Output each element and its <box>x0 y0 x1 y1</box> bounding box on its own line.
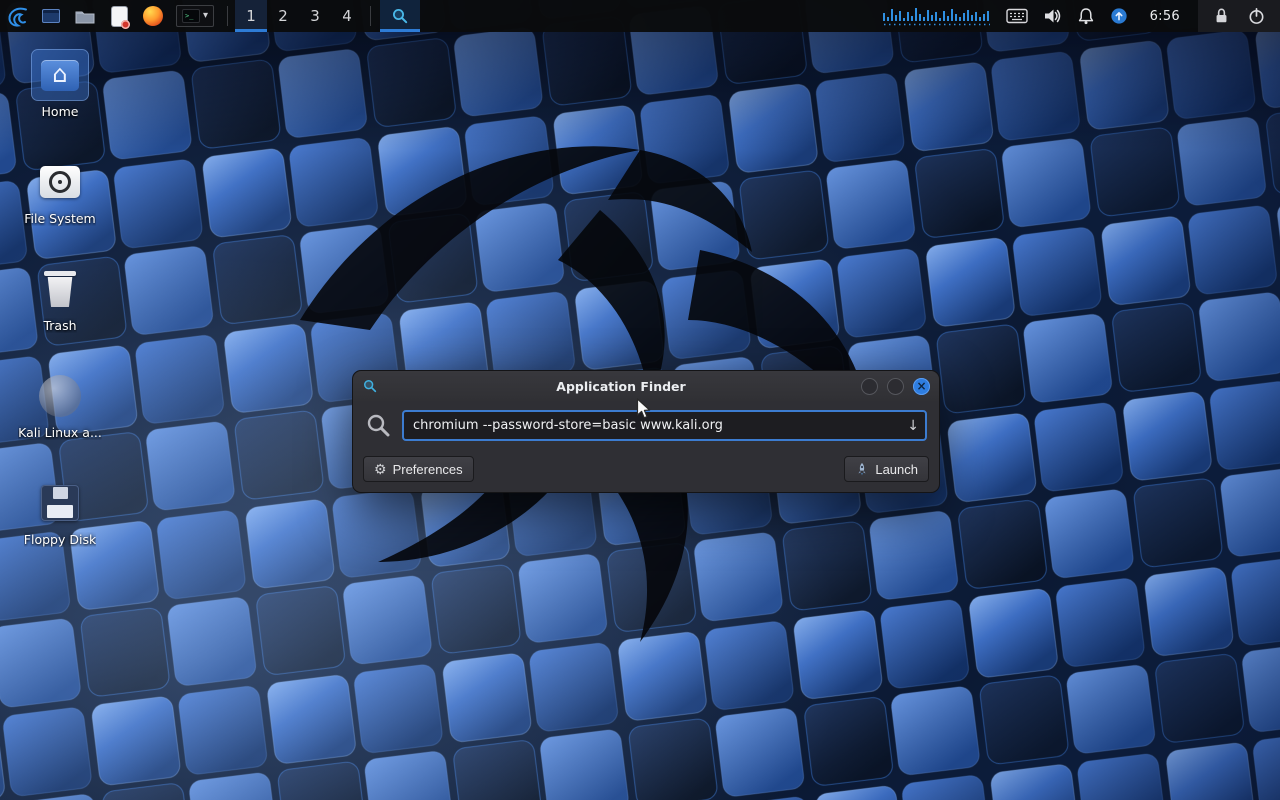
audio-spectrum-indicator[interactable] <box>882 5 992 27</box>
app-finder-icon <box>362 378 378 394</box>
command-input-wrap: ↓ <box>402 410 927 441</box>
window-icon <box>42 9 60 23</box>
close-button[interactable]: × <box>913 378 930 395</box>
file-manager-launcher[interactable] <box>68 0 102 32</box>
minimize-button[interactable] <box>861 378 878 395</box>
command-input[interactable] <box>402 410 927 441</box>
firefox-icon <box>143 6 163 26</box>
disk-ring <box>49 171 71 193</box>
status-update-icon[interactable] <box>1110 7 1128 25</box>
floppy-label-area <box>47 505 73 518</box>
floppy-shutter <box>53 487 68 499</box>
floppy-icon <box>32 478 88 528</box>
window-title: Application Finder <box>393 379 849 394</box>
kali-drive-icon <box>32 371 88 421</box>
session-tray <box>1198 0 1280 32</box>
panel-right-group: 6:56 <box>872 0 1280 32</box>
disk-icon <box>40 166 80 198</box>
application-finder-window: Application Finder × ↓ ⚙ Preferences <box>352 370 940 493</box>
desktop-icon-floppy[interactable]: Floppy Disk <box>14 478 106 566</box>
drive-circle <box>39 375 81 417</box>
desktop-icon-label: Floppy Disk <box>24 532 96 547</box>
volume-icon[interactable] <box>1042 6 1062 26</box>
indicator-tray: 6:56 <box>872 0 1198 32</box>
button-row: ⚙ Preferences Launch <box>353 444 939 492</box>
workspace-button-2[interactable]: 2 <box>267 0 299 32</box>
preferences-button[interactable]: ⚙ Preferences <box>363 456 474 482</box>
workspace-button-1[interactable]: 1 <box>235 0 267 32</box>
launch-label: Launch <box>875 462 918 477</box>
firefox-launcher[interactable] <box>136 0 170 32</box>
history-dropdown-icon[interactable]: ↓ <box>907 419 919 433</box>
notifications-bell-icon[interactable] <box>1076 6 1096 26</box>
desktop-icon-filesystem[interactable]: File System <box>14 157 106 245</box>
desktop-icon-label: Trash <box>43 318 76 333</box>
window-controls: × <box>861 378 930 395</box>
maximize-button[interactable] <box>887 378 904 395</box>
top-panel: >_ ▾ 1 2 3 4 <box>0 0 1280 32</box>
panel-separator <box>227 6 228 26</box>
terminal-icon: >_ <box>182 9 200 23</box>
search-icon <box>365 412 392 439</box>
terminal-launcher[interactable]: >_ ▾ <box>176 5 214 27</box>
document-icon <box>112 7 127 26</box>
clock[interactable]: 6:56 <box>1142 9 1188 24</box>
trash-icon <box>32 264 88 314</box>
preferences-label: Preferences <box>393 462 463 477</box>
workspace-button-4[interactable]: 4 <box>331 0 363 32</box>
panel-left-group: >_ ▾ 1 2 3 4 <box>0 0 420 32</box>
power-icon[interactable] <box>1247 6 1266 26</box>
desktop-icon-home[interactable]: ⌂ Home <box>14 50 106 138</box>
red-seal-icon <box>121 20 130 29</box>
desktop-icon-kali-drive[interactable]: Kali Linux a... <box>14 371 106 459</box>
desktop-icon-label: Kali Linux a... <box>18 425 102 440</box>
workspace-button-3[interactable]: 3 <box>299 0 331 32</box>
search-icon <box>391 7 409 25</box>
gear-icon: ⚙ <box>374 462 387 476</box>
desktop-icon-label: Home <box>42 104 79 119</box>
launch-icon <box>855 462 869 476</box>
panel-separator <box>370 6 371 26</box>
desktop-icon-column: ⌂ Home File System Trash Kali Linux a... <box>14 50 106 566</box>
floppy-art <box>41 485 79 521</box>
file-system-icon <box>32 157 88 207</box>
house-glyph: ⌂ <box>41 60 79 91</box>
mouse-cursor <box>636 398 652 420</box>
launch-button[interactable]: Launch <box>844 456 929 482</box>
trash-cup <box>46 277 74 307</box>
lock-icon[interactable] <box>1212 6 1231 26</box>
taskbar-application-finder[interactable] <box>380 0 420 32</box>
chevron-down-icon[interactable]: ▾ <box>203 11 208 21</box>
desktop-icon-trash[interactable]: Trash <box>14 264 106 352</box>
trash-lid <box>44 271 76 276</box>
keyboard-layout-icon[interactable] <box>1006 8 1028 24</box>
trash-art <box>44 271 76 307</box>
text-editor-launcher[interactable] <box>102 0 136 32</box>
kali-logo-icon <box>5 4 29 28</box>
titlebar[interactable]: Application Finder × <box>353 371 939 401</box>
home-icon: ⌂ <box>32 50 88 100</box>
window-manager-launcher[interactable] <box>34 0 68 32</box>
desktop-icon-label: File System <box>24 211 96 226</box>
folder-icon <box>74 7 96 25</box>
disk-dot <box>58 180 62 184</box>
kali-menu-button[interactable] <box>0 0 34 32</box>
